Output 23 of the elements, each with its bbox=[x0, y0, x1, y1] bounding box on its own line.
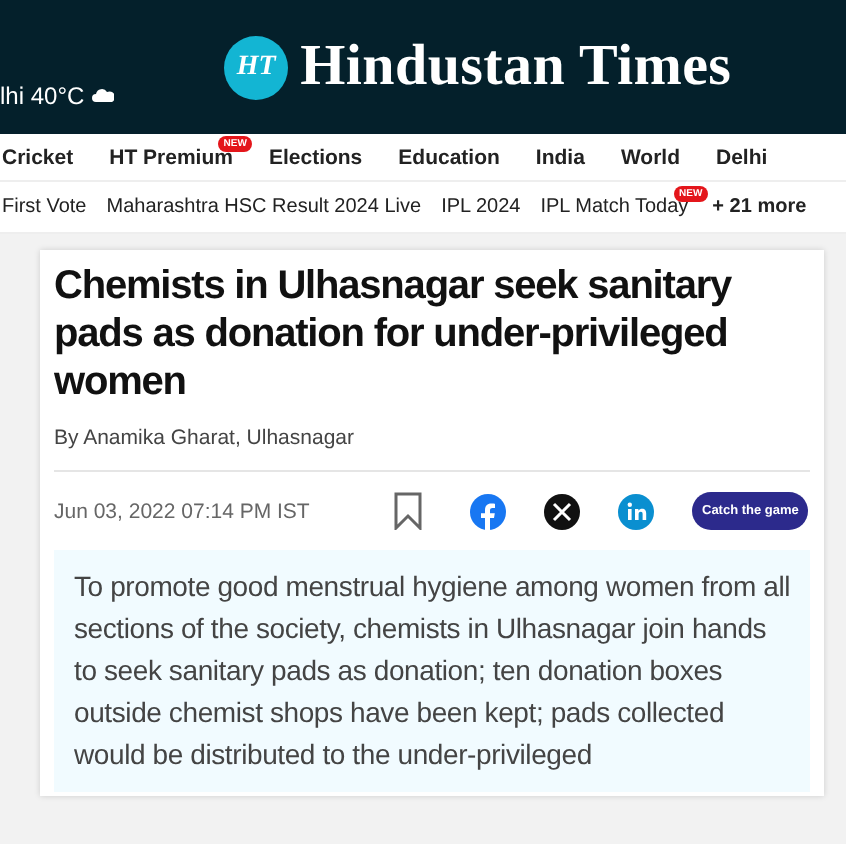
publish-date: Jun 03, 2022 07:14 PM IST bbox=[54, 499, 312, 523]
article-title: Chemists in Ulhasnagar seek sanitary pads as donation for under-privileged women bbox=[54, 262, 734, 406]
nav-link[interactable]: HT Premium bbox=[109, 145, 233, 169]
weather-text: lhi 40°C bbox=[0, 81, 115, 109]
nav-link[interactable]: Elections bbox=[268, 145, 363, 169]
byline: By Anamika Gharat, Ulhasnagar bbox=[54, 426, 810, 472]
facebook-icon[interactable] bbox=[470, 493, 506, 529]
nav-link[interactable]: India bbox=[535, 145, 585, 169]
nav-link[interactable]: Cricket bbox=[2, 145, 74, 169]
trending-link[interactable]: IPL 2024 bbox=[441, 196, 521, 218]
nav-link[interactable]: Education bbox=[398, 145, 500, 169]
trending-link[interactable]: IPL Match Today bbox=[540, 196, 689, 218]
linkedin-icon[interactable] bbox=[618, 493, 654, 529]
logo-text[interactable]: Hindustan Times bbox=[300, 34, 732, 100]
x-logo-icon[interactable] bbox=[544, 493, 580, 529]
cloud-icon bbox=[92, 88, 115, 102]
trending-link[interactable]: First Vote bbox=[2, 196, 87, 218]
nav-link[interactable]: World bbox=[620, 145, 680, 169]
bookmark-icon[interactable] bbox=[394, 492, 422, 530]
more-link[interactable]: + 21 more bbox=[712, 196, 807, 218]
trending-link[interactable]: Maharashtra HSC Result 2024 Live bbox=[106, 196, 422, 218]
nav-link[interactable]: Delhi bbox=[716, 145, 768, 169]
article-summary: To promote good menstrual hygiene among women from all sections of the society, chemists in Ulhasnagar join hands to seek sanitary pads as donation; ten donation boxes outside chemist shops have been kept; pads collected would be distributed to the under-privileged bbox=[54, 550, 810, 792]
